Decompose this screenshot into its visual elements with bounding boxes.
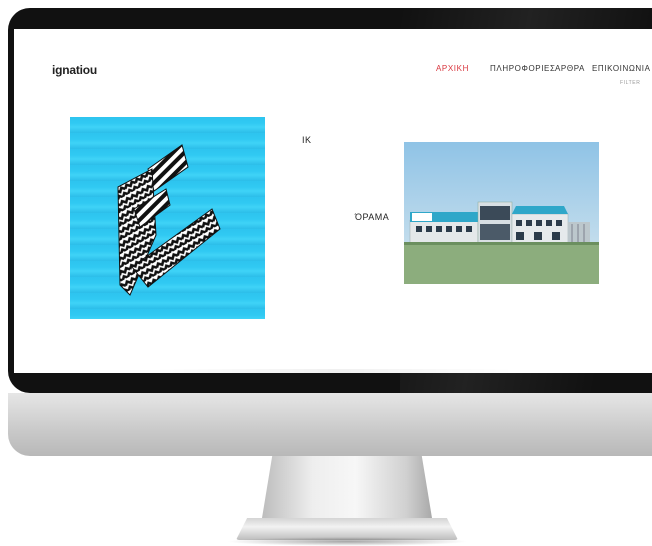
project-tile-ik[interactable] xyxy=(70,117,265,319)
monitor-chin xyxy=(8,393,652,456)
stand-shadow xyxy=(226,537,468,546)
filter-link[interactable]: FILTER xyxy=(620,80,640,86)
website-screen: ignatiou ΑΡΧΙΚΗ ΠΛΗΡΟΦΟΡΙΕΣ ΑΡΘΡΑ ΕΠΙΚΟΙ… xyxy=(14,29,652,373)
site-logo[interactable]: ignatiou xyxy=(52,63,97,77)
project-title-orama[interactable]: ΌΡΑΜΑ xyxy=(355,212,389,222)
building-render xyxy=(404,142,599,284)
screen-fold-shadow xyxy=(154,369,514,373)
nav-item-articles[interactable]: ΑΡΘΡΑ xyxy=(555,64,585,73)
zigzag-graphic xyxy=(117,144,221,296)
monitor-stand-neck xyxy=(262,456,432,518)
nav-item-contact[interactable]: ΕΠΙΚΟΙΝΩΝΙΑ xyxy=(592,64,651,73)
nav-item-info[interactable]: ΠΛΗΡΟΦΟΡΙΕΣ xyxy=(490,64,556,73)
project-tile-orama[interactable] xyxy=(404,142,599,284)
nav-item-home[interactable]: ΑΡΧΙΚΗ xyxy=(436,64,469,73)
project-title-ik[interactable]: ΙΚ xyxy=(302,135,312,145)
